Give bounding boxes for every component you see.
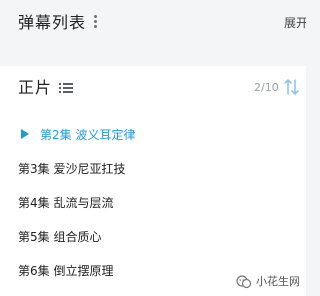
danmaku-list-title: 弹幕列表 <box>18 13 87 32</box>
episode-label: 第3集 爱沙尼亚扛技 <box>18 162 126 176</box>
playlist-title: 正片 <box>18 78 53 97</box>
watermark: 小花生网 <box>236 274 300 290</box>
playlist-panel: 正片 2/10 第2集 波义耳定律 第3集 爱沙尼亚扛技 第4集 乱流与层流 第… <box>0 66 306 296</box>
episode-item-active[interactable]: 第2集 波义耳定律 <box>0 118 306 152</box>
episode-label: 第4集 乱流与层流 <box>18 196 114 210</box>
episode-item[interactable]: 第5集 组合质心 <box>0 220 306 254</box>
playlist-header: 正片 2/10 <box>0 66 306 110</box>
episode-list: 第2集 波义耳定律 第3集 爱沙尼亚扛技 第4集 乱流与层流 第5集 组合质心 … <box>0 118 306 288</box>
episode-item[interactable]: 第4集 乱流与层流 <box>0 186 306 220</box>
episode-label: 第5集 组合质心 <box>18 230 102 244</box>
danmaku-list-header: 弹幕列表 展开 <box>0 0 306 44</box>
list-view-icon[interactable] <box>59 83 73 94</box>
episode-item[interactable]: 第3集 爱沙尼亚扛技 <box>0 152 306 186</box>
watermark-text: 小花生网 <box>256 275 300 288</box>
kebab-menu-icon[interactable] <box>94 15 98 31</box>
episode-label: 第6集 倒立摆原理 <box>18 264 114 278</box>
episode-label: 第2集 波义耳定律 <box>40 128 136 142</box>
wechat-icon <box>236 275 252 289</box>
episode-progress: 2/10 <box>254 81 279 94</box>
sort-order-icon[interactable] <box>283 77 301 97</box>
expand-button[interactable]: 展开 <box>284 15 306 31</box>
play-icon <box>21 129 29 139</box>
